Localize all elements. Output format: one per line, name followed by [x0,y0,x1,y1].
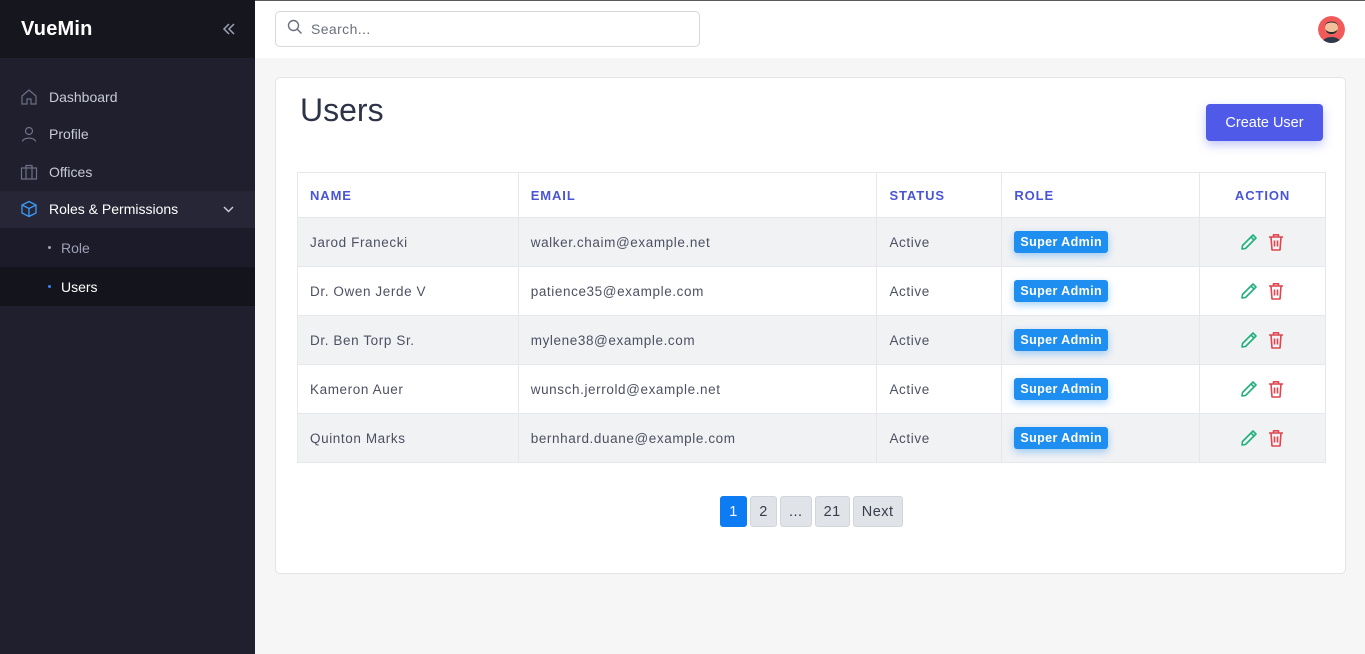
column-header-role[interactable]: ROLE [1001,172,1201,218]
avatar[interactable] [1318,16,1345,43]
cell-actions [1199,364,1326,414]
users-card: Users Create User NAME EMAIL STATUS ROLE… [275,77,1346,574]
sidebar-item-dashboard[interactable]: Dashboard [0,78,255,116]
bullet-icon [48,246,51,249]
cell-name: Dr. Owen Jerde V [297,266,519,316]
cell-role: Super Admin [1001,266,1201,316]
cell-name: Dr. Ben Torp Sr. [297,315,519,365]
sidebar-subitem-label: Role [61,239,90,256]
sidebar-item-profile[interactable]: Profile [0,116,255,154]
sidebar-item-roles-permissions[interactable]: Roles & Permissions [0,190,255,228]
cell-email: bernhard.duane@example.com [517,413,878,463]
cell-role: Super Admin [1001,217,1201,267]
role-badge: Super Admin [1014,427,1109,449]
page-button-2[interactable]: 2 [750,496,777,527]
column-header-email[interactable]: EMAIL [517,172,878,218]
search-box[interactable] [275,11,700,47]
sidebar: VueMin Dashboard Profile Offices Roles &… [0,0,255,654]
cell-role: Super Admin [1001,413,1201,463]
role-badge: Super Admin [1014,231,1109,253]
cell-email: walker.chaim@example.net [517,217,878,267]
sidebar-nav: Dashboard Profile Offices Roles & Permis… [0,78,255,306]
page-button-1[interactable]: 1 [720,496,747,527]
sidebar-item-label: Dashboard [49,88,118,105]
delete-icon[interactable] [1265,378,1287,400]
collapse-sidebar-icon[interactable] [221,21,237,37]
table-row: Jarod Franecki walker.chaim@example.net … [297,217,1326,267]
user-icon [20,125,38,143]
topbar [255,0,1365,58]
brand-logo: VueMin [21,17,93,40]
page-button-21[interactable]: 21 [814,496,850,527]
role-badge: Super Admin [1014,280,1109,302]
bullet-icon [48,285,51,288]
cell-email: wunsch.jerrold@example.net [517,364,878,414]
home-icon [20,88,38,106]
cell-actions [1199,217,1326,267]
sidebar-item-label: Roles & Permissions [49,201,179,218]
edit-icon[interactable] [1238,329,1260,351]
sidebar-item-offices[interactable]: Offices [0,153,255,191]
role-badge: Super Admin [1014,329,1109,351]
cell-status: Active [876,217,1003,267]
cell-status: Active [876,364,1003,414]
pagination: 1 2 ... 21 Next [720,496,903,527]
edit-icon[interactable] [1238,231,1260,253]
users-table: NAME EMAIL STATUS ROLE ACTION Jarod Fran… [297,172,1326,463]
cell-email: mylene38@example.com [517,315,878,365]
cell-role: Super Admin [1001,315,1201,365]
table-header-row: NAME EMAIL STATUS ROLE ACTION [297,172,1326,218]
delete-icon[interactable] [1265,329,1287,351]
cube-icon [20,200,38,218]
cell-actions [1199,413,1326,463]
delete-icon[interactable] [1265,231,1287,253]
cell-name: Jarod Franecki [297,217,519,267]
sidebar-header: VueMin [0,0,255,58]
edit-icon[interactable] [1238,378,1260,400]
cell-status: Active [876,315,1003,365]
cell-role: Super Admin [1001,364,1201,414]
sidebar-item-label: Offices [49,163,93,180]
search-icon [287,19,303,40]
building-icon [20,163,38,181]
sidebar-subitem-label: Users [61,278,98,295]
delete-icon[interactable] [1265,280,1287,302]
cell-name: Kameron Auer [297,364,519,414]
chevron-down-icon [223,206,234,213]
cell-email: patience35@example.com [517,266,878,316]
column-header-name[interactable]: NAME [297,172,519,218]
sidebar-subitem-users[interactable]: Users [0,267,255,306]
cell-actions [1199,266,1326,316]
column-header-status[interactable]: STATUS [876,172,1003,218]
edit-icon[interactable] [1238,427,1260,449]
page-title: Users [300,92,384,128]
sidebar-subitem-role[interactable]: Role [0,228,255,267]
delete-icon[interactable] [1265,427,1287,449]
search-input[interactable] [311,21,691,37]
role-badge: Super Admin [1014,378,1109,400]
column-header-action: ACTION [1199,172,1326,218]
cell-actions [1199,315,1326,365]
table-row: Dr. Owen Jerde V patience35@example.com … [297,266,1326,316]
cell-name: Quinton Marks [297,413,519,463]
table-row: Dr. Ben Torp Sr. mylene38@example.com Ac… [297,315,1326,365]
sidebar-item-label: Profile [49,126,89,143]
cell-status: Active [876,266,1003,316]
edit-icon[interactable] [1238,280,1260,302]
table-row: Kameron Auer wunsch.jerrold@example.net … [297,364,1326,414]
cell-status: Active [876,413,1003,463]
page-ellipsis[interactable]: ... [780,496,812,527]
create-user-button[interactable]: Create User [1206,104,1323,141]
next-page-button[interactable]: Next [852,496,903,527]
table-row: Quinton Marks bernhard.duane@example.com… [297,413,1326,463]
